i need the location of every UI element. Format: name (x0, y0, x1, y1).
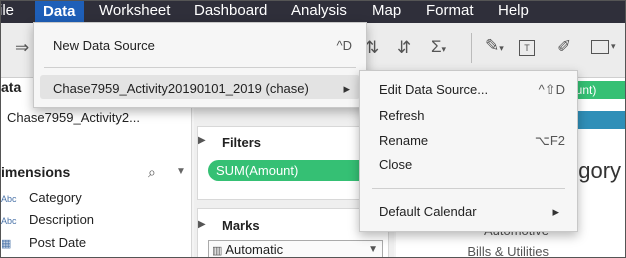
highlight-icon[interactable]: ✎▾ (485, 36, 504, 56)
menu-worksheet[interactable]: Worksheet (99, 2, 170, 19)
field-label: Description (29, 212, 95, 227)
app-window: ile Data Worksheet Dashboard Analysis Ma… (0, 0, 626, 258)
shortcut-new-data-source: ^D (336, 38, 353, 53)
dimensions-header: imensions (1, 164, 71, 180)
menu-item-new-data-source[interactable]: New Data Source (53, 38, 155, 53)
menu-item-refresh[interactable]: Refresh (379, 108, 425, 123)
fit-icon[interactable] (591, 40, 609, 54)
field-label: Post Date (29, 235, 87, 250)
menu-analysis[interactable]: Analysis (291, 2, 347, 19)
menu-bar: ile Data Worksheet Dashboard Analysis Ma… (1, 1, 625, 23)
shortcut-rename: ⌥F2 (534, 133, 565, 148)
shortcut-edit-data-source: ^⇧D (538, 82, 565, 97)
menu-map[interactable]: Map (372, 2, 401, 19)
menu-file[interactable]: ile (1, 2, 14, 19)
data-pane-title: ata (1, 79, 22, 95)
menu-item-rename[interactable]: Rename (379, 133, 428, 148)
menu-item-default-calendar[interactable]: Default Calendar (379, 204, 477, 219)
field-label: Category (29, 190, 82, 205)
menu-separator (44, 67, 356, 68)
format-icon[interactable]: ✐ (557, 37, 571, 57)
totals-sigma-icon[interactable]: Σ▾ (431, 37, 446, 57)
marks-title: Marks (222, 218, 260, 233)
data-menu: New Data Source ^D Chase7959_Activity201… (33, 22, 367, 108)
field-description[interactable]: Abc Description (1, 212, 94, 227)
sort-descending-icon[interactable]: ⇵ (397, 38, 411, 58)
calendar-icon: ▦ (1, 238, 12, 250)
data-source-submenu: Edit Data Source... ^⇧D Refresh Rename ⌥… (359, 70, 578, 232)
string-type-icon: Abc (1, 194, 17, 204)
menu-item-close[interactable]: Close (379, 157, 412, 172)
bar-chart-icon: ▥ (212, 245, 223, 257)
menu-format[interactable]: Format (426, 2, 474, 19)
mark-type-select[interactable]: ▥ Automatic ▼ (208, 240, 383, 257)
collapse-icon[interactable]: ▶ (198, 135, 206, 146)
string-type-icon: Abc (1, 216, 17, 226)
search-icon[interactable]: ⌕ (148, 164, 156, 181)
chevron-down-icon: ▼ (368, 244, 378, 255)
mark-type-value: Automatic (225, 242, 284, 257)
fit-dropdown-icon[interactable]: ▾ (611, 41, 616, 52)
arrow-icon[interactable]: ⇒ (15, 38, 29, 58)
dimensions-menu-arrow-icon[interactable]: ▼ (176, 166, 186, 177)
filters-title: Filters (222, 135, 262, 150)
submenu-arrow-icon: ▸ (343, 81, 350, 96)
toolbar-divider (471, 33, 472, 63)
menu-item-data-source[interactable]: Chase7959_Activity20190101_2019 (chase) (53, 81, 309, 96)
menu-item-edit-data-source[interactable]: Edit Data Source... (379, 82, 488, 97)
field-post-date[interactable]: ▦ Post Date (1, 235, 86, 250)
menu-separator (372, 188, 565, 189)
label-icon[interactable]: T (519, 40, 535, 56)
menu-dashboard[interactable]: Dashboard (194, 2, 267, 19)
data-source-name[interactable]: Chase7959_Activity2... (7, 110, 140, 125)
filter-pill-sum-amount[interactable]: SUM(Amount) (208, 160, 378, 181)
submenu-arrow-icon: ▸ (552, 204, 559, 219)
sort-ascending-icon[interactable]: ⇅ (365, 38, 379, 58)
row-label: Bills & Utilities (467, 244, 549, 258)
field-category[interactable]: Abc Category (1, 190, 82, 205)
menu-data[interactable]: Data (35, 1, 84, 23)
collapse-icon[interactable]: ▶ (198, 219, 206, 230)
menu-help[interactable]: Help (498, 2, 529, 19)
